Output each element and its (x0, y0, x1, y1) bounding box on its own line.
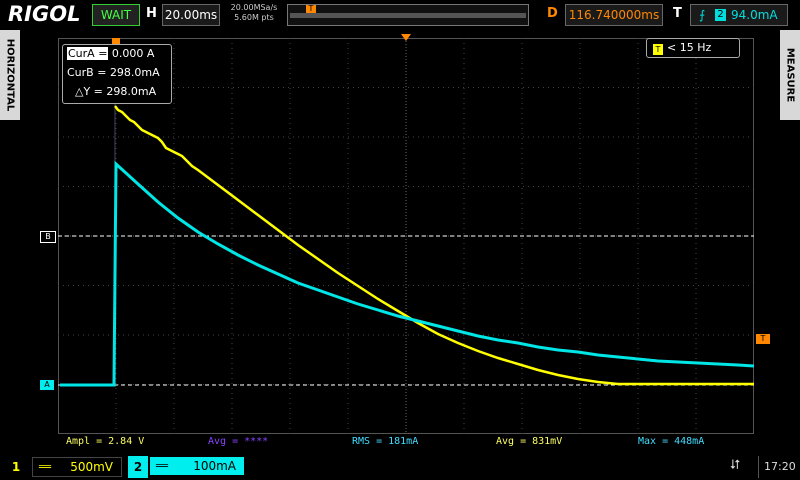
timebase-value[interactable]: 20.00ms (162, 4, 220, 26)
cursor-a-value: 0.000 A (111, 47, 155, 60)
measure-avg-math[interactable]: Avg = **** (208, 436, 268, 447)
channel-2-scale: 100mA (193, 459, 236, 473)
measurement-bar: Ampl = 2.84 V Avg = **** RMS = 181mA Avg… (58, 436, 754, 450)
frequency-value: < 15 Hz (667, 41, 712, 54)
measure-tab-label: MEASURE (784, 47, 796, 103)
counter-source-icon: T (653, 44, 663, 55)
memory-depth: 5.60M pts (234, 13, 274, 22)
cursor-b-marker[interactable]: B (40, 231, 56, 243)
memory-track (290, 13, 526, 18)
rising-edge-icon: ⨍ (699, 8, 706, 22)
delta-y-value: 298.0mA (106, 85, 157, 98)
system-clock: 17:20 (764, 460, 796, 473)
delay-value[interactable]: 116.740000ms (565, 4, 663, 26)
measure-rms[interactable]: RMS = 181mA (352, 436, 418, 447)
channel-2-number: 2 (128, 456, 148, 478)
horizontal-menu-tab[interactable]: HORIZONTAL (0, 30, 20, 120)
trigger-settings[interactable]: ⨍ 2 94.0mA (690, 4, 788, 26)
measure-ampl[interactable]: Ampl = 2.84 V (66, 436, 144, 447)
dc-coupling-icon: ══ (156, 461, 169, 472)
trigger-position-marker: T (306, 5, 316, 13)
trigger-label: T (673, 6, 682, 21)
ch2-trace (60, 160, 754, 387)
delta-y-label: △Y = (75, 85, 103, 98)
cursor-b-label: CurB = (67, 66, 107, 79)
usb-icon: ⮃ (730, 458, 741, 473)
cursor-a-label: CurA = (67, 47, 109, 60)
measure-avg[interactable]: Avg = 831mV (496, 436, 562, 447)
dc-coupling-icon: ══ (39, 462, 52, 473)
channel-1-control[interactable]: 1 ══ 500mV (6, 456, 122, 478)
horizontal-label: H (146, 6, 157, 21)
delay-label: D (547, 6, 558, 21)
cursor-a-marker[interactable]: A (40, 380, 54, 390)
top-status-bar: RIGOL WAIT H 20.00ms 20.00MSa/s 5.60M pt… (0, 0, 800, 30)
cursor-readout-panel[interactable]: CurA = 0.000 A CurB = 298.0mA △Y = 298.0… (62, 44, 172, 104)
ch1-trace (114, 105, 754, 386)
memory-position-bar[interactable]: T (287, 4, 529, 26)
frequency-counter[interactable]: T < 15 Hz (646, 38, 740, 58)
channel-1-scale: 500mV (70, 460, 113, 474)
horizontal-trigger-marker (401, 34, 411, 41)
channel-2-control[interactable]: 2 ══ 100mA (128, 456, 246, 478)
channel-1-settings: ══ 500mV (32, 457, 122, 477)
trigger-source-badge: 2 (715, 9, 726, 21)
measure-max[interactable]: Max = 448mA (638, 436, 704, 447)
sample-info: 20.00MSa/s 5.60M pts (226, 3, 282, 23)
run-status-badge[interactable]: WAIT (92, 4, 140, 26)
sample-rate: 20.00MSa/s (230, 3, 278, 12)
measure-menu-tab[interactable]: MEASURE (780, 30, 800, 120)
cursor-b-value: 298.0mA (109, 66, 160, 79)
horizontal-tab-label: HORIZONTAL (4, 38, 16, 112)
status-separator (758, 456, 759, 478)
channel-1-number: 1 (6, 456, 26, 478)
trigger-level: 94.0mA (731, 8, 778, 22)
trigger-level-marker[interactable]: T (756, 334, 770, 344)
brand-logo: RIGOL (8, 2, 81, 26)
channel-2-settings: ══ 100mA (150, 457, 244, 475)
channel-bar: 1 ══ 500mV 2 ══ 100mA ⮃ 17:20 (0, 454, 800, 480)
